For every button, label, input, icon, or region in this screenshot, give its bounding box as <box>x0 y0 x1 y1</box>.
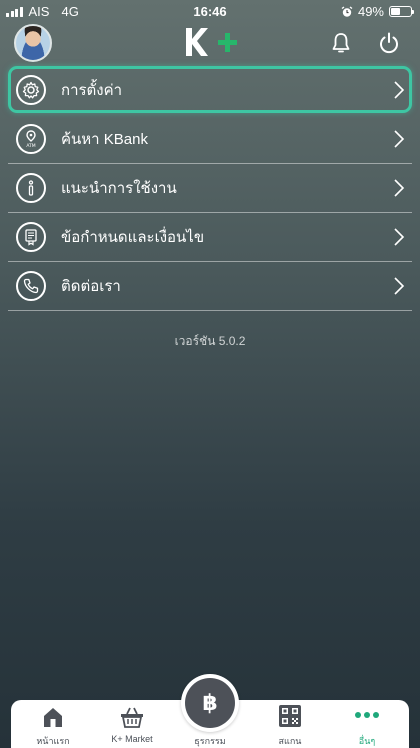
menu-item-settings[interactable]: การตั้งค่า <box>8 66 412 113</box>
more-dots-icon <box>355 712 379 718</box>
svg-text:ATM: ATM <box>26 143 35 149</box>
menu-item-label: ค้นหา KBank <box>61 131 148 148</box>
menu-item-label: ติดต่อเรา <box>61 278 121 295</box>
app-header <box>0 22 420 64</box>
menu-item-label: การตั้งค่า <box>61 81 123 99</box>
menu-item-label: แนะนำการใช้งาน <box>61 180 177 197</box>
menu-item-terms[interactable]: ข้อกำหนดและเงื่อนไข <box>8 213 412 262</box>
app-version: เวอร์ชัน 5.0.2 <box>174 334 246 348</box>
power-icon[interactable] <box>376 30 402 56</box>
status-bar-right: 49% <box>341 4 414 19</box>
alarm-clock-icon <box>341 5 353 17</box>
tab-label: K+ Market <box>111 734 153 744</box>
menu-item-user-guide[interactable]: แนะนำการใช้งาน <box>8 164 412 213</box>
baht-icon: ฿ <box>185 678 235 728</box>
menu-item-contact-us[interactable]: ติดต่อเรา <box>8 262 412 311</box>
home-icon <box>44 708 62 727</box>
chevron-right-icon <box>394 179 405 197</box>
document-icon <box>16 222 46 252</box>
more-menu-list: การตั้งค่า ATM ค้นหา KBank แนะนำการใช้งา… <box>0 66 420 311</box>
menu-item-label: ข้อกำหนดและเงื่อนไข <box>61 229 205 246</box>
tab-home[interactable]: หน้าแรก <box>23 700 83 748</box>
transaction-button[interactable]: ฿ <box>181 674 239 732</box>
chevron-right-icon <box>394 228 405 246</box>
tab-more[interactable]: อื่นๆ <box>337 700 397 748</box>
chevron-right-icon <box>394 277 405 295</box>
bell-icon[interactable] <box>328 30 354 56</box>
tab-kplus-market[interactable]: K+ Market <box>101 700 163 748</box>
battery-percent: 49% <box>357 4 384 19</box>
menu-item-find-kbank[interactable]: ATM ค้นหา KBank <box>8 115 412 164</box>
avatar[interactable] <box>14 24 52 62</box>
chevron-right-icon <box>394 80 405 99</box>
basket-icon <box>121 707 143 728</box>
status-bar: AIS 4G 16:46 49% <box>0 0 420 22</box>
tab-label: สแกน <box>278 736 302 746</box>
tab-label: หน้าแรก <box>36 736 70 746</box>
phone-icon <box>16 271 46 301</box>
tab-label: ธุรกรรม <box>194 736 226 746</box>
gear-icon <box>16 74 46 105</box>
tab-scan[interactable]: สแกน <box>261 700 319 748</box>
kplus-logo <box>186 28 237 56</box>
chevron-right-icon <box>394 130 405 148</box>
info-icon <box>16 173 46 203</box>
tab-label: อื่นๆ <box>358 736 376 746</box>
battery-icon <box>389 6 414 17</box>
atm-location-icon: ATM <box>16 124 46 154</box>
qr-scan-icon <box>279 705 301 727</box>
